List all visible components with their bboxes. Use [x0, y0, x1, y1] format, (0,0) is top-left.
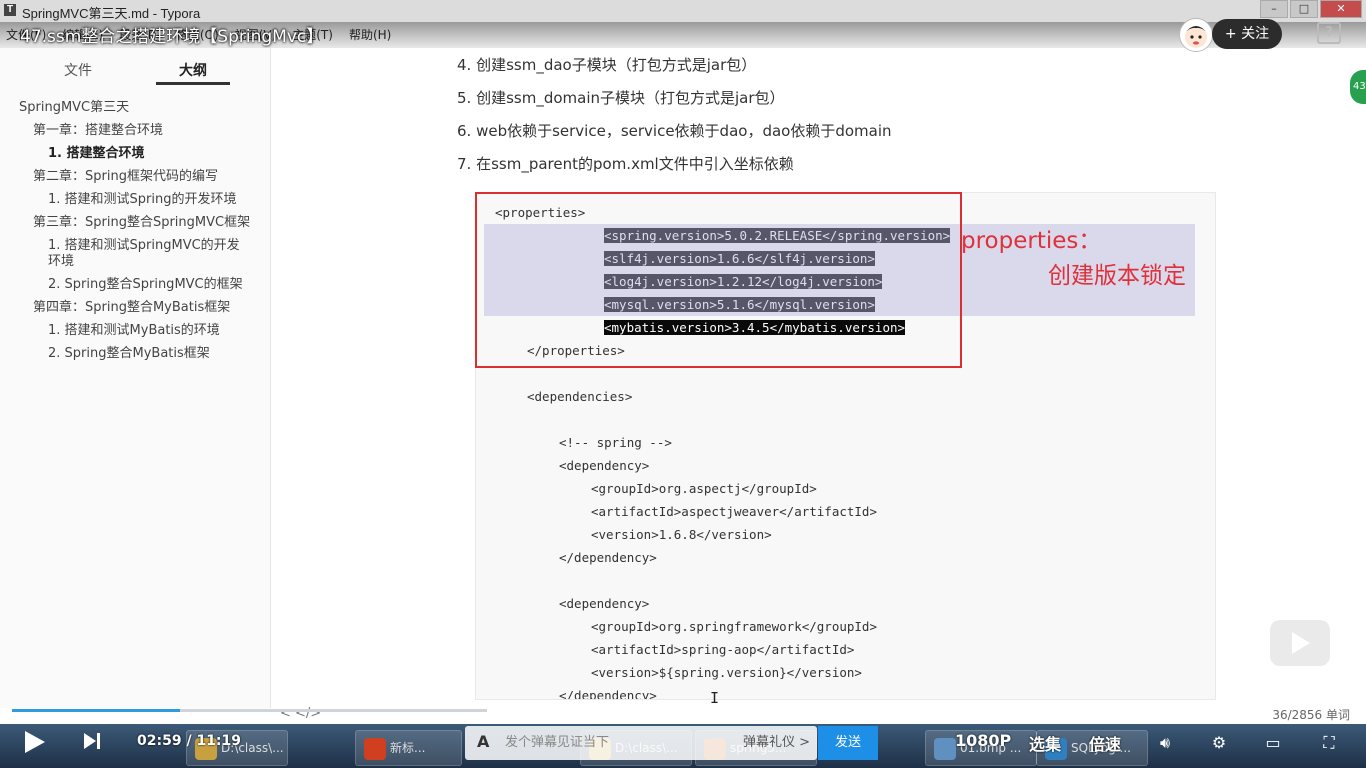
video-time: 02:59 / 11:19: [137, 733, 241, 749]
code-text: <version>1.6.8</version>: [591, 527, 772, 542]
side-badge[interactable]: 43: [1350, 70, 1366, 104]
play-icon: [1292, 632, 1310, 654]
step-list: 4. 创建ssm_dao子模块（打包方式是jar包） 5. 创建ssm_domai…: [457, 54, 892, 186]
send-danmu-button[interactable]: 发送: [818, 726, 878, 760]
window-title: SpringMVC第三天.md - Typora: [22, 6, 201, 21]
tab-files[interactable]: 文件: [64, 60, 92, 80]
code-line: <dependency>: [476, 592, 649, 615]
step-item: 5. 创建ssm_domain子模块（打包方式是jar包）: [457, 89, 785, 107]
current-time: 02:59: [137, 733, 182, 749]
video-progress-fill: [12, 709, 180, 712]
code-line: </dependency>: [476, 684, 657, 700]
code-text: </dependency>: [559, 688, 657, 700]
code-text: <groupId>org.aspectj</groupId>: [591, 481, 817, 496]
code-text: <dependency>: [559, 596, 650, 611]
code-line: <!-- spring -->: [476, 431, 672, 454]
code-text: </dependency>: [559, 550, 657, 565]
text-cursor-icon: I: [710, 689, 720, 707]
outline-list: SpringMVC第三天 第一章：搭建整合环境 1. 搭建整合环境 第二章：Sprin…: [0, 100, 270, 369]
speed-button[interactable]: 倍速: [1089, 731, 1121, 755]
avatar-face-icon: [1185, 26, 1207, 48]
taskbar-label: 新标...: [390, 741, 426, 755]
outline-item[interactable]: 第四章：Spring整合MyBatis框架: [0, 300, 270, 316]
maximize-icon[interactable]: □: [1290, 0, 1318, 18]
step-item: 4. 创建ssm_dao子模块（打包方式是jar包）: [457, 56, 757, 74]
taskbar-item[interactable]: 新标...: [355, 730, 462, 766]
code-text: <artifactId>spring-aop</artifactId>: [591, 642, 855, 657]
fullscreen-icon[interactable]: ⛶: [1318, 732, 1340, 754]
danmu-input[interactable]: A 发个弹幕见证当下 弹幕礼仪 >: [465, 726, 817, 760]
outline-item[interactable]: 1. 搭建和测试Spring的开发环境: [0, 192, 270, 208]
danmu-etiquette-link[interactable]: 弹幕礼仪 >: [743, 726, 810, 760]
code-line: <artifactId>aspectjweaver</artifactId>: [476, 500, 877, 523]
sidebar: 文件 大纲 SpringMVC第三天 第一章：搭建整合环境 1. 搭建整合环境 第二章…: [0, 48, 271, 708]
follow-button[interactable]: + 关注: [1212, 19, 1282, 49]
code-line: </dependency>: [476, 546, 657, 569]
episodes-button[interactable]: 选集: [1029, 731, 1061, 755]
code-line: <version>1.6.8</version>: [476, 523, 772, 546]
annotation-box: [475, 192, 962, 368]
close-icon[interactable]: ✕: [1320, 0, 1362, 18]
video-title: 47.ssm整合之搭建环境【SpringMvc】: [20, 27, 324, 47]
tab-active-indicator: [156, 82, 230, 85]
code-line: <dependencies>: [476, 385, 632, 408]
step-item: 7. 在ssm_parent的pom.xml文件中引入坐标依赖: [457, 155, 794, 173]
danmu-placeholder: 发个弹幕见证当下: [505, 735, 610, 750]
total-time: 11:19: [196, 733, 242, 749]
uploader-avatar[interactable]: [1179, 18, 1213, 52]
time-separator: /: [186, 733, 192, 749]
code-line: <version>${spring.version}</version>: [476, 661, 862, 684]
minimize-icon[interactable]: –: [1260, 0, 1288, 18]
code-text: <groupId>org.springframework</groupId>: [591, 619, 877, 634]
code-line: <groupId>org.springframework</groupId>: [476, 615, 877, 638]
code-text: <version>${spring.version}</version>: [591, 665, 862, 680]
settings-gear-icon[interactable]: ⚙: [1208, 732, 1230, 754]
outline-item[interactable]: 2. Spring整合SpringMVC的框架: [0, 277, 270, 293]
question-icon[interactable]: ?: [1317, 22, 1341, 44]
code-text: <!-- spring -->: [559, 435, 672, 450]
window-controls: – □ ✕: [1260, 0, 1362, 18]
outline-item[interactable]: 1. 搭建整合环境: [0, 146, 270, 162]
menu-item[interactable]: 帮助(H): [349, 26, 391, 43]
word-count[interactable]: 36/2856 单词: [1272, 706, 1350, 723]
danmu-style-icon[interactable]: A: [477, 732, 489, 751]
annotation-title: properties：: [961, 228, 1102, 254]
code-line: <dependency>: [476, 454, 649, 477]
widescreen-icon[interactable]: ▭: [1262, 732, 1284, 754]
step-item: 6. web依赖于service，service依赖于dao，dao依赖于dom…: [457, 122, 892, 140]
outline-item[interactable]: 1. 搭建和测试SpringMVC的开发环境: [0, 238, 270, 270]
code-text: <artifactId>aspectjweaver</artifactId>: [591, 504, 877, 519]
outline-item[interactable]: 1. 搭建和测试MyBatis的环境: [0, 323, 270, 339]
code-line: <artifactId>spring-aop</artifactId>: [476, 638, 854, 661]
quality-button[interactable]: 1080P: [955, 731, 1011, 750]
outline-item[interactable]: SpringMVC第三天: [0, 100, 270, 116]
outline-item[interactable]: 第二章：Spring框架代码的编写: [0, 169, 270, 185]
tab-outline[interactable]: 大纲: [179, 60, 207, 80]
code-text: <dependency>: [559, 458, 650, 473]
typora-app-icon: T: [4, 4, 16, 16]
outline-item[interactable]: 2. Spring整合MyBatis框架: [0, 346, 270, 362]
play-pause-icon[interactable]: [25, 731, 45, 753]
code-line: <groupId>org.aspectj</groupId>: [476, 477, 817, 500]
taskbar-app-icon: [364, 737, 386, 760]
big-play-button[interactable]: [1270, 620, 1330, 666]
outline-item[interactable]: 第三章：Spring整合SpringMVC框架: [0, 215, 270, 231]
volume-icon[interactable]: 🔊︎: [1154, 732, 1176, 754]
taskbar-app-icon: [934, 737, 956, 760]
window-titlebar: T SpringMVC第三天.md - Typora – □ ✕: [0, 0, 1366, 22]
outline-item[interactable]: 第一章：搭建整合环境: [0, 123, 270, 139]
annotation-subtitle: 创建版本锁定: [1048, 263, 1186, 289]
code-text: <dependencies>: [527, 389, 633, 404]
